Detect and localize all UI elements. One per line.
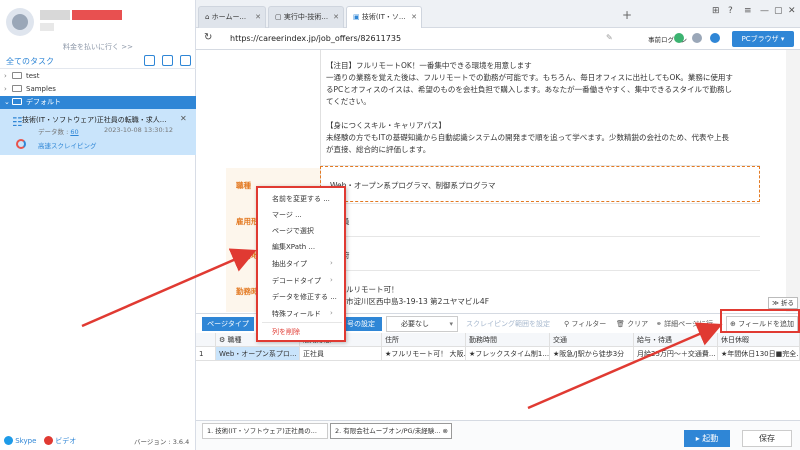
arrow-to-menu <box>81 248 257 328</box>
annotation-arrows <box>81 248 723 410</box>
arrow-to-add-field <box>527 322 723 410</box>
